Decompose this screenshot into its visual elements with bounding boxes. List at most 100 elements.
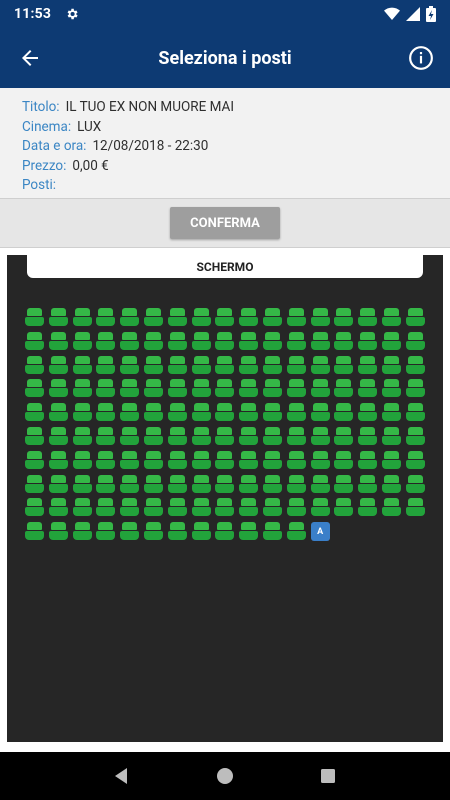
seat[interactable] [263,331,282,351]
seat[interactable] [215,379,235,398]
seat[interactable] [120,355,140,375]
seat[interactable] [25,474,44,494]
seat[interactable] [72,308,92,327]
seat[interactable] [263,522,282,541]
seat[interactable] [358,355,378,375]
seat[interactable] [48,522,68,541]
seat[interactable] [405,355,425,375]
seat[interactable] [358,498,378,517]
seat[interactable] [358,379,378,398]
seat[interactable] [48,427,68,446]
seat[interactable] [215,355,235,375]
seat[interactable] [96,522,116,541]
seat[interactable] [358,308,378,327]
seat[interactable] [48,403,68,422]
seat[interactable] [144,450,163,470]
seat[interactable] [334,474,354,494]
seat[interactable] [310,474,330,494]
seat[interactable] [120,331,140,351]
seat[interactable] [239,331,259,351]
seat[interactable] [358,403,378,422]
seat[interactable] [215,331,235,351]
seat[interactable] [120,522,140,541]
nav-home-icon[interactable] [215,766,235,786]
seat[interactable] [48,379,68,398]
seat[interactable] [334,308,354,327]
seat[interactable] [191,450,211,470]
seat[interactable] [382,403,401,422]
seat[interactable] [382,498,401,517]
back-arrow-icon[interactable] [18,46,42,70]
seat[interactable] [96,331,116,351]
seat[interactable] [144,403,163,422]
seat[interactable] [405,474,425,494]
seat[interactable] [334,427,354,446]
seat-occupied[interactable]: A [310,522,330,542]
seat[interactable] [382,331,401,351]
seat[interactable] [310,379,330,398]
seat[interactable] [120,498,140,517]
seat[interactable] [144,331,163,351]
seat[interactable] [25,308,44,327]
seat[interactable] [191,403,211,422]
seat[interactable] [72,403,92,422]
seat[interactable] [120,427,140,446]
seat[interactable] [25,427,44,446]
seat[interactable] [96,355,116,375]
seat[interactable] [310,331,330,351]
seat[interactable] [96,498,116,517]
seat[interactable] [167,355,187,375]
seat[interactable] [25,522,44,541]
seat[interactable] [286,403,306,422]
seat[interactable] [25,379,44,398]
seat[interactable] [286,522,306,541]
seat[interactable] [263,450,282,470]
seat[interactable] [358,474,378,494]
seat[interactable] [405,308,425,327]
seat[interactable] [96,308,116,327]
seat[interactable] [334,331,354,351]
seat[interactable] [263,474,282,494]
seat[interactable] [144,308,163,327]
seat[interactable] [120,403,140,422]
seat[interactable] [191,498,211,517]
seat[interactable] [144,379,163,398]
seat[interactable] [144,355,163,375]
seat[interactable] [72,450,92,470]
seat[interactable] [167,331,187,351]
seat[interactable] [191,522,211,541]
seat[interactable] [239,474,259,494]
seat[interactable] [358,450,378,470]
seat[interactable] [72,331,92,351]
seat[interactable] [382,308,401,327]
seat[interactable] [382,379,401,398]
seat[interactable] [72,522,92,541]
seat[interactable] [405,379,425,398]
seat[interactable] [72,427,92,446]
seat[interactable] [120,379,140,398]
seat[interactable] [286,450,306,470]
seat[interactable] [191,308,211,327]
seat[interactable] [48,474,68,494]
seat[interactable] [96,427,116,446]
seat[interactable] [286,474,306,494]
seat[interactable] [72,474,92,494]
seat[interactable] [120,308,140,327]
seat[interactable] [286,355,306,375]
seat[interactable] [286,498,306,517]
seat[interactable] [310,403,330,422]
seat[interactable] [144,498,163,517]
info-icon[interactable] [408,45,434,71]
seat[interactable] [72,379,92,398]
nav-back-icon[interactable] [112,766,132,786]
seat[interactable] [167,522,187,541]
seat[interactable] [405,403,425,422]
seat[interactable] [167,498,187,517]
seat[interactable] [215,427,235,446]
seat[interactable] [215,522,235,541]
seat[interactable] [96,379,116,398]
seat[interactable] [48,498,68,517]
confirm-button[interactable]: CONFERMA [170,207,280,239]
seat[interactable] [120,450,140,470]
seat[interactable] [25,498,44,517]
